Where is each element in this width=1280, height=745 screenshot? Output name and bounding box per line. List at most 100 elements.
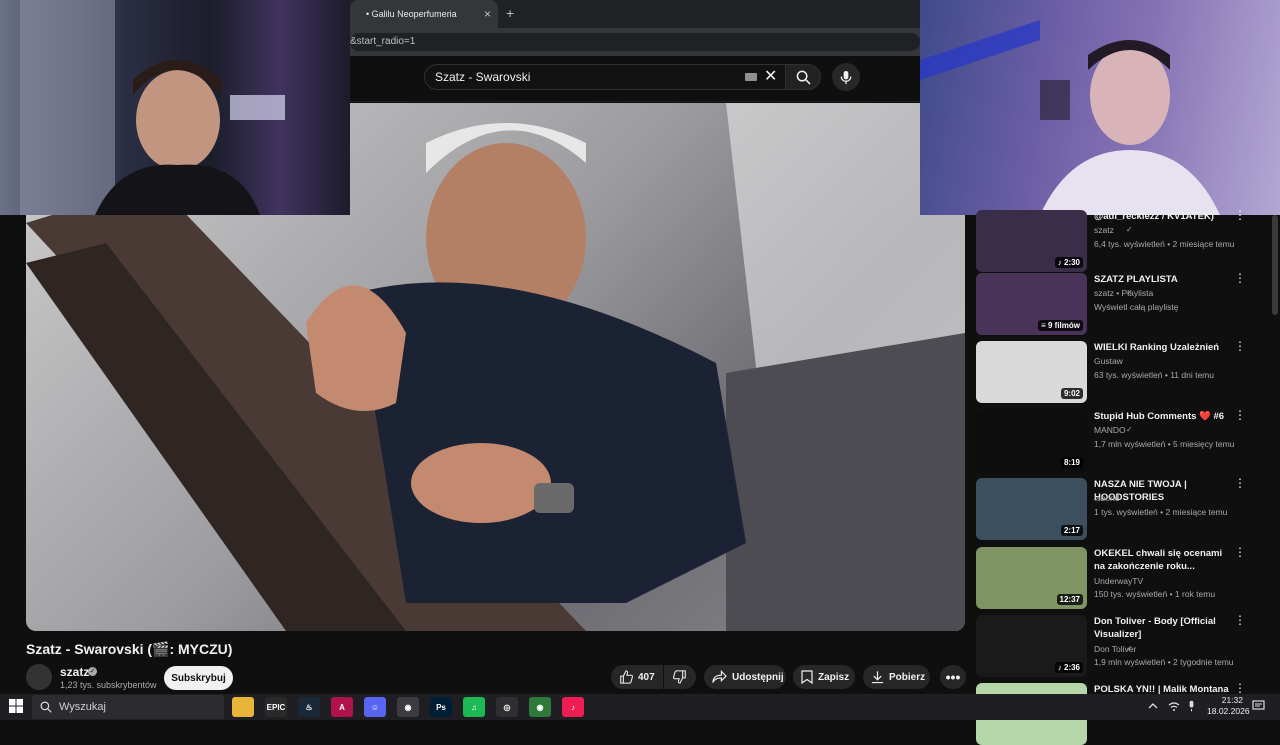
recommended-video-title[interactable]: Stupid Hub Comments ❤️ #6	[1094, 410, 1234, 423]
photoshop-icon[interactable]: Ps	[430, 697, 452, 717]
video-duration: 8:19	[1060, 457, 1083, 468]
video-thumbnail[interactable]: 12:37	[976, 547, 1087, 609]
channel-name[interactable]: szatz	[60, 665, 89, 679]
recommended-channel-name[interactable]: UnderwayTV	[1094, 576, 1143, 586]
address-bar[interactable]: &start_radio=1	[350, 33, 920, 51]
more-vertical-icon[interactable]: ⋮	[1234, 209, 1246, 221]
wifi-icon[interactable]	[1168, 700, 1180, 712]
discord-icon[interactable]: ☺	[364, 697, 386, 717]
recommended-video-title[interactable]: Don Toliver - Body [Official Visualizer]	[1094, 615, 1234, 641]
video-duration: ♪ 2:30	[1054, 257, 1083, 268]
voice-search-button[interactable]	[832, 63, 860, 91]
more-vertical-icon[interactable]: ⋮	[1234, 409, 1246, 421]
recommended-video-meta: 1,9 mln wyświetleń • 2 tygodnie temu	[1094, 657, 1234, 667]
chrome-alt-icon[interactable]: ◉	[529, 697, 551, 717]
recommended-video-title[interactable]: WIELKI Ranking Uzależnień	[1094, 341, 1234, 354]
more-actions-button[interactable]: •••	[940, 665, 966, 689]
windows-start-button[interactable]	[8, 698, 24, 714]
thumbs-down-icon	[673, 670, 686, 684]
search-input[interactable]: Szatz - Swarovski	[424, 64, 786, 90]
search-icon	[796, 70, 811, 85]
obs-icon[interactable]: ◎	[496, 697, 518, 717]
recommended-video[interactable]: 12:37 OKEKEL chwali się ocenami na zakońc…	[976, 546, 1266, 609]
recommended-video-meta: 150 tys. wyświetleń • 1 rok temu	[1094, 589, 1216, 599]
chrome-icon[interactable]: ◉	[397, 697, 419, 717]
recommended-channel-name[interactable]: szatz	[1094, 225, 1114, 235]
share-label: Udostępnij	[732, 671, 784, 683]
more-horizontal-icon: •••	[945, 669, 961, 685]
download-label: Pobierz	[889, 671, 926, 683]
recommended-video[interactable]: ♪ 2:36 Don Toliver - Body [Official Visua…	[976, 614, 1266, 677]
recommended-video[interactable]: 9:02 WIELKI Ranking Uzależnień Gustaw 63 ty…	[976, 340, 1266, 403]
close-tab-icon[interactable]: ×	[484, 7, 491, 21]
clock-date: 18.02.2026	[1207, 706, 1250, 716]
video-thumbnail[interactable]: 2:17	[976, 478, 1087, 540]
recommended-video[interactable]: 2:17 NASZA NIE TWOJA | HOODSTORIES labond 1…	[976, 477, 1266, 540]
recommended-channel-name[interactable]: MANDO	[1094, 425, 1126, 435]
clock-time: 21:32	[1221, 695, 1243, 705]
video-thumbnail[interactable]: ♪ 2:30	[976, 210, 1087, 272]
file-explorer-icon[interactable]	[232, 697, 254, 717]
video-title: Szatz - Swarovski (🎬: MYCZU)	[26, 641, 233, 657]
channel-avatar[interactable]	[26, 664, 52, 690]
recommended-video-meta: 6,4 tys. wyświetleń • 2 miesiące temu	[1094, 239, 1235, 249]
bookmark-icon	[801, 670, 813, 684]
recommended-video[interactable]: 8:19 Stupid Hub Comments ❤️ #6 MANDO ✓ 1,7 …	[976, 409, 1266, 472]
taskbar-search-input[interactable]: Wyszukaj	[32, 695, 224, 719]
recommended-video[interactable]: ≡ 9 filmów SZATZ PLAYLISTA szatz • Playlis…	[976, 272, 1266, 335]
steam-icon[interactable]: ♨	[298, 697, 320, 717]
video-thumbnail[interactable]: 9:02	[976, 341, 1087, 403]
more-vertical-icon[interactable]: ⋮	[1234, 272, 1246, 284]
like-count: 407	[638, 671, 655, 683]
recommended-video-title[interactable]: OKEKEL chwali się ocenami na zakończenie…	[1094, 547, 1234, 573]
more-vertical-icon[interactable]: ⋮	[1234, 546, 1246, 558]
video-duration: 9:02	[1060, 388, 1083, 399]
notification-icon[interactable]	[1252, 700, 1265, 712]
recommended-channel-name[interactable]: szatz • Playlista	[1094, 288, 1153, 298]
subscriber-count: 1,23 tys. subskrybentów	[60, 680, 157, 690]
download-button[interactable]: Pobierz	[863, 665, 930, 689]
video-thumbnail[interactable]: ♪ 2:36	[976, 615, 1087, 677]
share-icon	[712, 670, 727, 683]
search-button[interactable]	[785, 64, 821, 90]
video-thumbnail[interactable]: 8:19	[976, 410, 1087, 472]
recommended-video-title[interactable]: @adi_recklezz / KV1ATEK)	[1094, 210, 1234, 223]
tiktok-icon[interactable]: ♪	[562, 697, 584, 717]
recommended-video-title[interactable]: SZATZ PLAYLISTA	[1094, 273, 1234, 286]
system-clock[interactable]: 21:32 18.02.2026	[1207, 695, 1250, 717]
recommended-channel-name[interactable]: Gustaw	[1094, 356, 1123, 366]
clear-search-icon[interactable]: ✕	[764, 66, 777, 86]
recommended-channel-name[interactable]: labond	[1094, 493, 1120, 503]
chevron-up-icon[interactable]	[1148, 701, 1158, 711]
share-button[interactable]: Udostępnij	[704, 665, 786, 689]
keyboard-icon[interactable]	[745, 73, 757, 81]
sidebar-scrollbar[interactable]	[1272, 215, 1278, 315]
dislike-button[interactable]	[664, 665, 696, 689]
more-vertical-icon[interactable]: ⋮	[1234, 477, 1246, 489]
microphone-icon[interactable]	[1187, 700, 1196, 712]
like-button[interactable]: 407	[611, 665, 663, 689]
streamer-silhouette	[20, 0, 285, 215]
spotify-icon[interactable]: ♫	[463, 697, 485, 717]
recommended-video[interactable]: ♪ 2:30 @adi_recklezz / KV1ATEK) szatz ✓ 6,4…	[976, 209, 1266, 272]
save-label: Zapisz	[818, 671, 850, 683]
recommended-video-meta: 1 tys. wyświetleń • 2 miesiące temu	[1094, 507, 1228, 517]
new-tab-button[interactable]: +	[506, 5, 514, 21]
browser-tab[interactable]: • Galilu Neoperfumeria	[350, 0, 498, 28]
video-duration: ♪ 2:36	[1054, 662, 1083, 673]
epic-games-icon[interactable]: EPIC	[265, 697, 287, 717]
video-thumbnail[interactable]: ≡ 9 filmów	[976, 273, 1087, 335]
more-vertical-icon[interactable]: ⋮	[1234, 340, 1246, 352]
video-duration: ≡ 9 filmów	[1038, 320, 1083, 331]
subscribe-button[interactable]: Subskrybuj	[164, 666, 233, 690]
more-vertical-icon[interactable]: ⋮	[1234, 682, 1246, 694]
save-button[interactable]: Zapisz	[793, 665, 855, 689]
download-icon	[871, 671, 884, 684]
streamer-silhouette	[920, 20, 1220, 215]
adobe-app-icon[interactable]: A	[331, 697, 353, 717]
more-vertical-icon[interactable]: ⋮	[1234, 614, 1246, 626]
recommended-video-meta: 63 tys. wyświetleń • 11 dni temu	[1094, 370, 1214, 380]
search-icon	[40, 701, 52, 713]
video-duration: 2:17	[1060, 525, 1083, 536]
verified-icon: ✓	[1126, 225, 1133, 234]
